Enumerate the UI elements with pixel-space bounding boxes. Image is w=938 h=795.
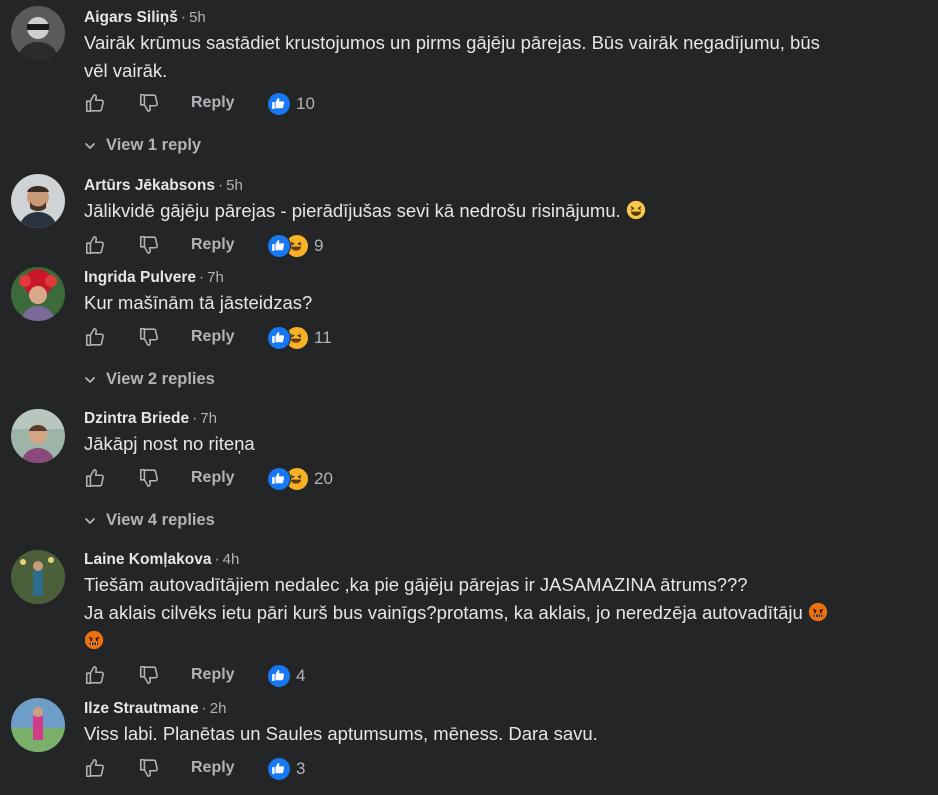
comment-time[interactable]: 2h: [210, 700, 227, 717]
thumbs-up-icon[interactable]: [84, 757, 106, 779]
reaction-summary[interactable]: 4: [267, 664, 305, 688]
chevron-down-icon: [84, 515, 96, 527]
view-replies-button[interactable]: View 1 reply: [84, 136, 201, 155]
author-name[interactable]: Aigars Siliņš: [84, 9, 178, 26]
avatar[interactable]: [11, 174, 65, 228]
comment-time[interactable]: 5h: [226, 177, 243, 194]
author-name[interactable]: Ingrida Pulvere: [84, 269, 196, 286]
reaction-summary[interactable]: 20: [267, 467, 333, 491]
author-name[interactable]: Ilze Strautmane: [84, 700, 199, 717]
comment-text: Vairāk krūmus sastādiet krustojumos un p…: [84, 32, 820, 81]
comment-time[interactable]: 7h: [207, 269, 224, 286]
thumbs-down-icon[interactable]: [138, 326, 160, 348]
thumbs-up-icon[interactable]: [84, 664, 106, 686]
like-reaction-icon: [267, 757, 291, 781]
comment-text: Jākāpj nost no riteņa: [84, 433, 255, 454]
reaction-count: 20: [314, 469, 333, 488]
reaction-summary[interactable]: 9: [267, 234, 323, 258]
comment-header: Aigars Siliņš · 5h: [84, 9, 206, 26]
avatar[interactable]: [11, 550, 65, 604]
reply-button[interactable]: Reply: [191, 469, 235, 487]
thumbs-down-icon[interactable]: [138, 757, 160, 779]
laughing-emoji-icon: [626, 200, 646, 220]
reaction-summary[interactable]: 3: [267, 757, 305, 781]
author-name[interactable]: Laine Komļakova: [84, 551, 212, 568]
comment-header: Dzintra Briede · 7h: [84, 410, 217, 427]
comment-text: Tiešām autovadītājiem nedalec ,ka pie gā…: [84, 571, 828, 655]
comment-text: Viss labi. Planētas un Saules aptumsums,…: [84, 723, 598, 744]
thumbs-down-icon[interactable]: [138, 234, 160, 256]
chevron-down-icon: [84, 374, 96, 386]
like-reaction-icon: [267, 234, 291, 258]
reply-button[interactable]: Reply: [191, 94, 235, 112]
like-reaction-icon: [267, 326, 291, 350]
comment-text: Jālikvidē gājēju pārejas - pierādījušas …: [84, 197, 646, 225]
view-replies-button[interactable]: View 2 replies: [84, 370, 215, 389]
angry-face-emoji-icon: [84, 630, 104, 650]
reaction-count: 4: [296, 666, 306, 685]
thumbs-down-icon[interactable]: [138, 92, 160, 114]
comment-time[interactable]: 4h: [223, 551, 240, 568]
angry-face-emoji-icon: [808, 602, 828, 622]
avatar[interactable]: [11, 267, 65, 321]
comment-time[interactable]: 7h: [200, 410, 217, 427]
comment-time[interactable]: 5h: [189, 9, 206, 26]
author-name[interactable]: Dzintra Briede: [84, 410, 189, 427]
comment-text: Kur mašīnām tā jāsteidzas?: [84, 292, 313, 313]
avatar[interactable]: [11, 698, 65, 752]
thumbs-up-icon[interactable]: [84, 234, 106, 256]
avatar[interactable]: [11, 409, 65, 463]
comment-header: Ingrida Pulvere · 7h: [84, 269, 224, 286]
reply-button[interactable]: Reply: [191, 328, 235, 346]
reaction-summary[interactable]: 11: [267, 326, 332, 350]
like-reaction-icon: [267, 92, 291, 116]
view-replies-button[interactable]: View 4 replies: [84, 511, 215, 530]
reaction-count: 9: [314, 236, 324, 255]
reply-button[interactable]: Reply: [191, 236, 235, 254]
thumbs-down-icon[interactable]: [138, 467, 160, 489]
reaction-count: 10: [296, 94, 315, 113]
thumbs-down-icon[interactable]: [138, 664, 160, 686]
reply-button[interactable]: Reply: [191, 759, 235, 777]
reaction-summary[interactable]: 10: [267, 92, 315, 116]
reply-button[interactable]: Reply: [191, 666, 235, 684]
comment-header: Artūrs Jēkabsons · 5h: [84, 177, 243, 194]
avatar[interactable]: [11, 6, 65, 60]
thumbs-up-icon[interactable]: [84, 467, 106, 489]
author-name[interactable]: Artūrs Jēkabsons: [84, 177, 215, 194]
like-reaction-icon: [267, 664, 291, 688]
comment-header: Ilze Strautmane · 2h: [84, 700, 227, 717]
thumbs-up-icon[interactable]: [84, 326, 106, 348]
thumbs-up-icon[interactable]: [84, 92, 106, 114]
chevron-down-icon: [84, 140, 96, 152]
comment-header: Laine Komļakova · 4h: [84, 551, 240, 568]
reaction-count: 11: [314, 328, 332, 347]
reaction-count: 3: [296, 759, 306, 778]
like-reaction-icon: [267, 467, 291, 491]
